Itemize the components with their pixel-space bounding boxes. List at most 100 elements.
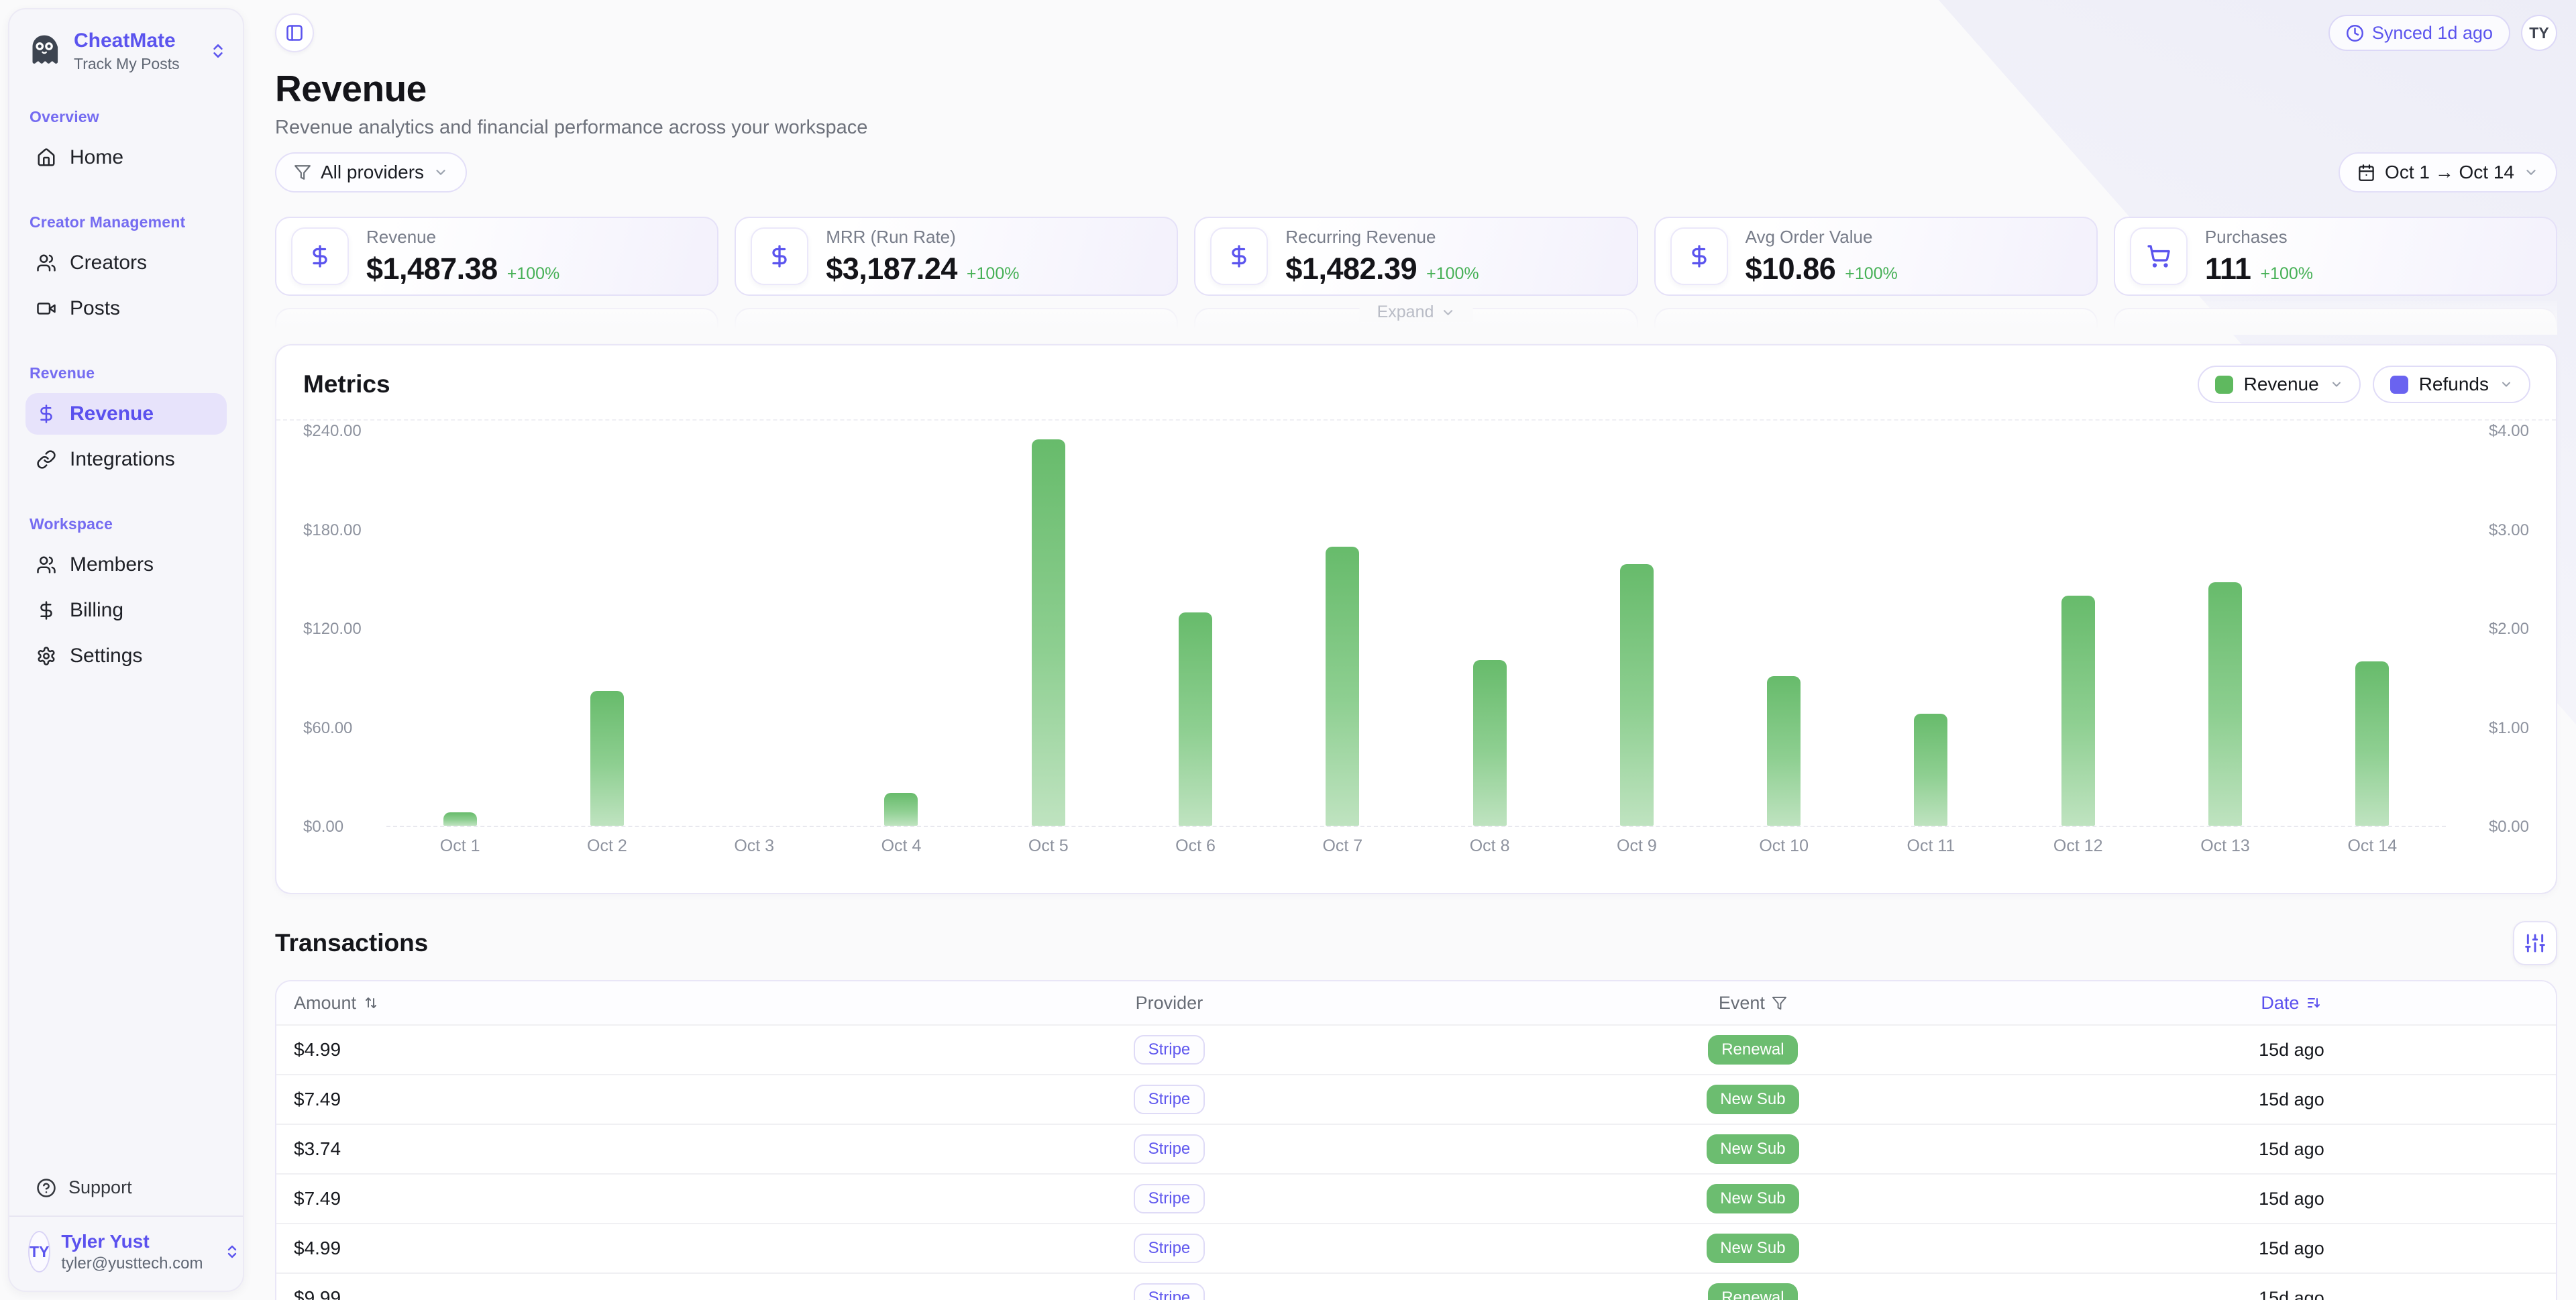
table-settings-button[interactable] [2513,921,2557,965]
bar-slot [2299,431,2446,826]
provider-badge[interactable]: Stripe [1134,1184,1205,1213]
chevrons-up-down-icon[interactable] [209,42,227,60]
x-axis-label: Oct 8 [1416,836,1563,856]
user-email: tyler@yusttech.com [61,1254,203,1273]
provider-badge[interactable]: Stripe [1134,1283,1205,1300]
dollar-icon [751,227,808,285]
stats-expand-strip: Expand [275,301,2557,335]
user-menu[interactable]: TY Tyler Yust tyler@yusttech.com [9,1217,243,1291]
bar-slot [1858,431,2004,826]
chevron-down-icon [2500,378,2513,391]
x-axis-label: Oct 11 [1858,836,2004,856]
bar-slot [681,431,828,826]
table-row[interactable]: $7.49 Stripe New Sub 15d ago [276,1173,2556,1223]
sidebar-item-settings[interactable]: Settings [25,635,227,677]
users-icon [36,555,56,575]
bar-slot [975,431,1122,826]
sidebar-toggle-button[interactable] [275,13,314,52]
stat-label: Recurring Revenue [1285,227,1479,248]
support-link[interactable]: Support [9,1165,243,1215]
column-label: Event [1719,993,1765,1014]
sidebar-item-label: Home [70,146,123,169]
amount-cell: $7.49 [294,1089,877,1110]
provider-badge[interactable]: Stripe [1134,1134,1205,1164]
chart-plot [386,431,2446,827]
y-tick-right: $0.00 [2489,818,2529,836]
table-row[interactable]: $4.99 Stripe New Sub 15d ago [276,1223,2556,1272]
sidebar-item-members[interactable]: Members [25,544,227,586]
provider-badge[interactable]: Stripe [1134,1234,1205,1263]
sidebar-item-home[interactable]: Home [25,137,227,178]
column-header-amount[interactable]: Amount [294,993,877,1014]
dollar-icon [36,600,56,620]
column-header-event[interactable]: Event [1461,993,2045,1014]
stat-card-purchases: Purchases 111 +100% [2114,217,2557,296]
table-row[interactable]: $3.74 Stripe New Sub 15d ago [276,1124,2556,1173]
provider-filter-dropdown[interactable]: All providers [275,152,467,193]
sidebar-item-billing[interactable]: Billing [25,590,227,631]
y-axis-right: $4.00$3.00$2.00$1.00$0.00 [2450,431,2529,827]
x-axis-label: Oct 9 [1563,836,1710,856]
sidebar-item-integrations[interactable]: Integrations [25,439,227,480]
stat-card-recurring-revenue: Recurring Revenue $1,482.39 +100% [1194,217,1638,296]
expand-label: Expand [1377,303,1434,322]
date-range-dropdown[interactable]: Oct 1 → Oct 14 [2339,152,2557,193]
stat-card-avg-order-value: Avg Order Value $10.86 +100% [1654,217,2098,296]
stat-label: Revenue [366,227,559,248]
table-row[interactable]: $7.49 Stripe New Sub 15d ago [276,1074,2556,1124]
bar-slot [1122,431,1269,826]
column-header-date[interactable]: Date [2045,993,2538,1014]
sidebar-item-creators[interactable]: Creators [25,242,227,284]
table-row[interactable]: $4.99 Stripe Renewal 15d ago [276,1024,2556,1074]
date-cell: 15d ago [2045,1089,2538,1110]
page-title: Revenue [275,67,2557,110]
table-row[interactable]: $9.99 Stripe Renewal 15d ago [276,1272,2556,1300]
x-axis-label: Oct 10 [1711,836,1858,856]
sidebar-item-posts[interactable]: Posts [25,288,227,329]
page-subtitle: Revenue analytics and financial performa… [275,117,2557,139]
sidebar: CheatMate Track My Posts Overview Home C… [8,8,244,1292]
x-axis-label: Oct 4 [828,836,975,856]
stat-delta: +100% [1845,264,1898,284]
y-tick-right: $4.00 [2489,422,2529,441]
users-icon [36,253,56,273]
dollar-icon [36,404,56,424]
chevron-down-icon [2330,378,2343,391]
transactions-table: Amount Provider Event Date [275,980,2557,1300]
revenue-bar [1620,564,1654,826]
column-header-provider[interactable]: Provider [877,993,1461,1014]
table-header-row: Amount Provider Event Date [276,981,2556,1024]
provider-badge[interactable]: Stripe [1134,1035,1205,1065]
section-label-workspace: Workspace [25,515,227,533]
date-cell: 15d ago [2045,1238,2538,1259]
y-tick-right: $2.00 [2489,620,2529,639]
sidebar-item-label: Creators [70,252,147,274]
event-badge: New Sub [1707,1085,1799,1114]
column-label: Amount [294,993,356,1014]
expand-button[interactable]: Expand [1360,303,1473,322]
legend-label: Refunds [2419,374,2489,395]
chevrons-up-down-icon[interactable] [224,1244,240,1260]
stat-delta: +100% [507,264,560,284]
amount-cell: $9.99 [294,1287,877,1300]
dollar-icon [1210,227,1268,285]
avatar[interactable]: TY [2521,15,2557,51]
sidebar-item-revenue[interactable]: Revenue [25,393,227,435]
workspace-switcher[interactable]: CheatMate Track My Posts [25,30,227,73]
sync-status-badge[interactable]: Synced 1d ago [2328,15,2510,51]
y-tick-right: $1.00 [2489,719,2529,738]
x-axis-label: Oct 3 [681,836,828,856]
legend-dropdown-refunds[interactable]: Refunds [2373,366,2530,403]
stat-card-mrr: MRR (Run Rate) $3,187.24 +100% [735,217,1178,296]
app-name: CheatMate [74,30,180,53]
amount-cell: $4.99 [294,1039,877,1061]
x-axis: Oct 1Oct 2Oct 3Oct 4Oct 5Oct 6Oct 7Oct 8… [386,836,2446,856]
provider-badge[interactable]: Stripe [1134,1085,1205,1114]
home-icon [36,148,56,168]
legend-dropdown-revenue[interactable]: Revenue [2198,366,2361,403]
stat-delta: +100% [1426,264,1479,284]
revenue-bar [1032,439,1065,826]
stat-label: Purchases [2205,227,2313,248]
x-axis-label: Oct 5 [975,836,1122,856]
bar-chart: $240.00$180.00$120.00$60.00$0.00 $4.00$3… [276,421,2556,856]
